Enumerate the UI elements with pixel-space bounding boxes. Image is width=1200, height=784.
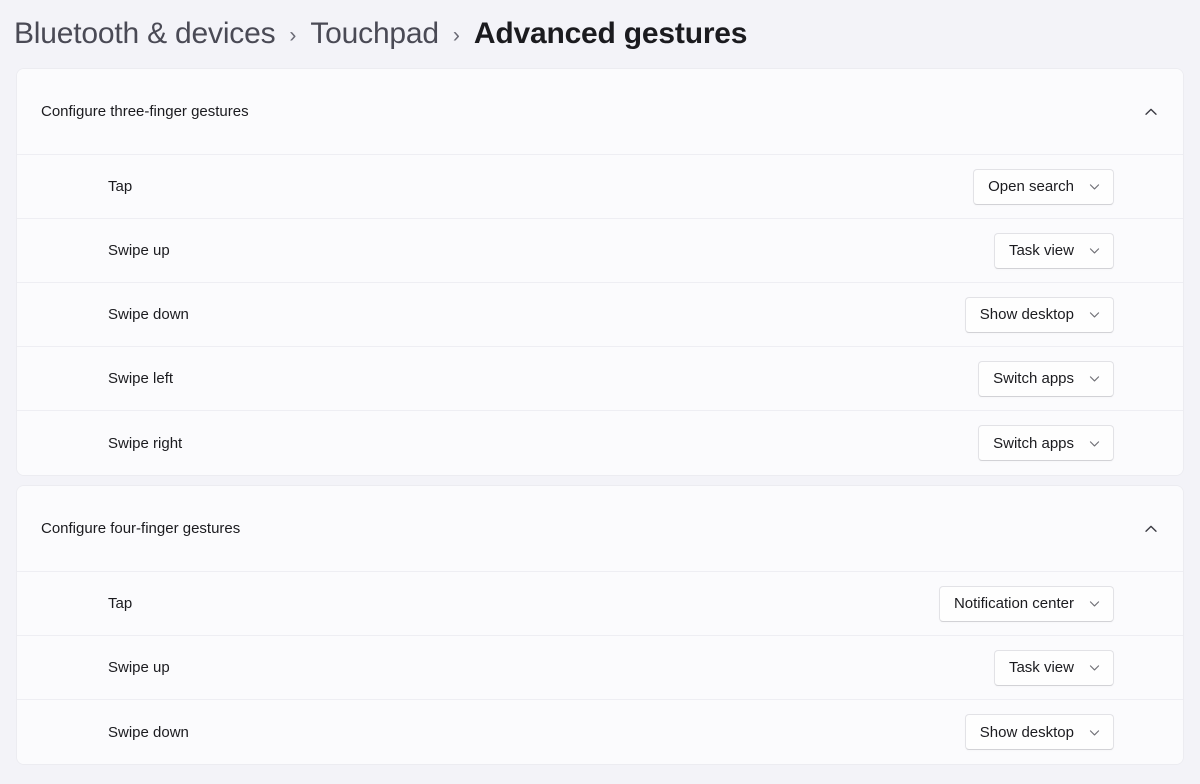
dropdown-value: Task view [1008,659,1074,676]
row-label: Swipe down [108,306,189,323]
dropdown-value: Notification center [953,595,1074,612]
gesture-action-dropdown[interactable]: Show desktop [964,296,1114,333]
table-row: Swipe down Show desktop [17,283,1183,347]
dropdown-value: Task view [1008,242,1074,259]
table-row: Swipe up Task view [17,636,1183,700]
breadcrumb-item-bluetooth-and-devices[interactable]: Bluetooth & devices [14,17,276,51]
gesture-action-dropdown[interactable]: Switch apps [978,360,1114,397]
table-row: Swipe up Task view [17,219,1183,283]
dropdown-value: Open search [988,178,1074,195]
gesture-action-dropdown[interactable]: Open search [973,168,1114,205]
row-label: Swipe down [108,723,189,741]
chevron-down-icon [1088,726,1101,739]
section-header-three-finger-gestures[interactable]: Configure three-finger gestures [17,69,1183,155]
dropdown-value: Show desktop [979,723,1074,741]
dropdown-value: Show desktop [979,306,1074,323]
chevron-down-icon [1088,437,1101,450]
chevron-down-icon [1088,597,1101,610]
table-row: Tap Notification center [17,572,1183,636]
table-row: Swipe down Show desktop [17,700,1183,764]
gesture-action-dropdown[interactable]: Show desktop [964,714,1114,750]
dropdown-value: Switch apps [993,370,1074,387]
breadcrumb-item-advanced-gestures: Advanced gestures [473,17,748,50]
chevron-down-icon [1088,180,1101,193]
section-four-finger-gestures: Configure four-finger gestures Tap Notif… [16,485,1184,765]
gesture-action-dropdown[interactable]: Switch apps [978,425,1114,461]
breadcrumb: Bluetooth & devices › Touchpad › Advance… [0,0,1200,54]
row-label: Swipe up [108,242,170,259]
gesture-action-dropdown[interactable]: Task view [993,232,1114,269]
chevron-up-icon[interactable] [1143,521,1159,537]
chevron-down-icon [1088,308,1101,321]
row-label: Swipe left [108,370,174,387]
chevron-down-icon [1088,661,1101,674]
breadcrumb-separator-icon: › [289,23,297,47]
row-label: Swipe right [108,434,183,452]
settings-content: Configure three-finger gestures Tap Open… [0,54,1200,765]
dropdown-value: Switch apps [993,434,1074,452]
chevron-down-icon [1088,372,1101,385]
table-row: Swipe right Switch apps [17,411,1183,475]
section-header-four-finger-gestures[interactable]: Configure four-finger gestures [17,486,1183,572]
section-three-finger-gestures: Configure three-finger gestures Tap Open… [16,68,1184,476]
gesture-action-dropdown[interactable]: Notification center [938,585,1114,622]
row-label: Tap [108,178,133,195]
chevron-up-icon[interactable] [1143,104,1159,120]
chevron-down-icon [1088,244,1101,257]
row-label: Tap [108,595,133,612]
table-row: Tap Open search [17,155,1183,219]
breadcrumb-item-touchpad[interactable]: Touchpad [310,17,439,51]
section-title: Configure four-finger gestures [41,520,241,537]
breadcrumb-separator-icon: › [452,23,460,47]
table-row: Swipe left Switch apps [17,347,1183,411]
row-label: Swipe up [108,659,170,676]
gesture-action-dropdown[interactable]: Task view [993,649,1114,686]
section-title: Configure three-finger gestures [41,103,249,120]
